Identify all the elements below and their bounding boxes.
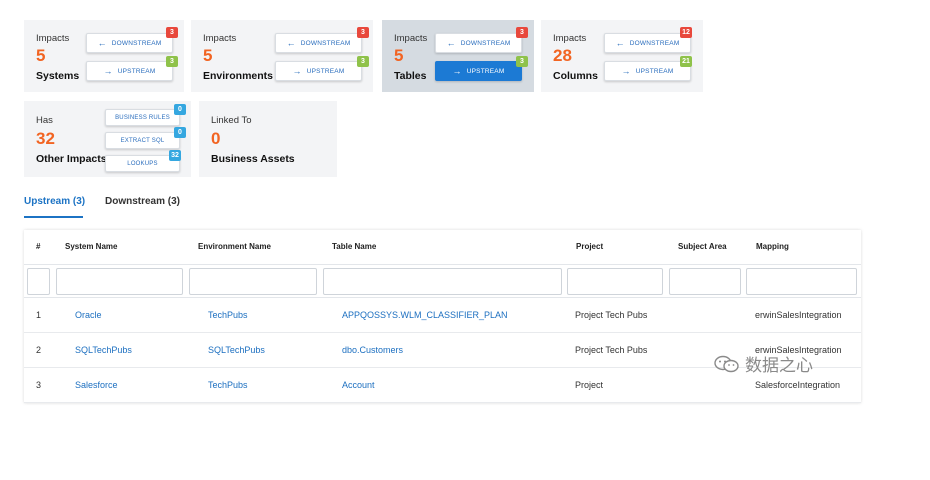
downstream-count-badge: 3 bbox=[357, 27, 369, 38]
extract-sql-button[interactable]: EXTRACT SQL bbox=[105, 132, 180, 149]
column-header-environment-name[interactable]: Environment Name bbox=[198, 242, 271, 251]
cell-table-link[interactable]: Account bbox=[342, 380, 375, 390]
lookups-count-badge: 32 bbox=[169, 150, 181, 161]
business-rules-button[interactable]: BUSINESS RULES bbox=[105, 109, 180, 126]
card-label: Systems bbox=[36, 70, 80, 82]
filter-input-environment-name[interactable] bbox=[189, 268, 317, 295]
filter-input-subject-area[interactable] bbox=[669, 268, 741, 295]
watermark: 数据之心 bbox=[713, 351, 813, 376]
column-header-mapping[interactable]: Mapping bbox=[756, 242, 789, 251]
column-header-subject-area[interactable]: Subject Area bbox=[678, 242, 727, 251]
business-rules-count-badge: 0 bbox=[174, 104, 186, 115]
downstream-button[interactable]: ← DOWNSTREAM bbox=[86, 33, 173, 53]
filter-input-table-name[interactable] bbox=[323, 268, 562, 295]
column-header-index[interactable]: # bbox=[36, 242, 40, 251]
filter-input-index[interactable] bbox=[27, 268, 50, 295]
cell-system-link[interactable]: Salesforce bbox=[75, 380, 118, 390]
card-caption: Has bbox=[36, 115, 53, 126]
column-header-system-name[interactable]: System Name bbox=[65, 242, 117, 251]
wechat-icon bbox=[713, 354, 741, 374]
card-count: 5 bbox=[394, 46, 404, 65]
cell-table-link[interactable]: dbo.Customers bbox=[342, 345, 403, 355]
filter-input-system-name[interactable] bbox=[56, 268, 183, 295]
arrow-left-icon: ← bbox=[286, 38, 296, 48]
cell-project: Project Tech Pubs bbox=[575, 345, 648, 355]
active-tab-indicator bbox=[24, 216, 83, 218]
upstream-button-active[interactable]: → UPSTREAM bbox=[435, 61, 522, 81]
downstream-count-badge: 12 bbox=[680, 27, 692, 38]
tables-impact-card: Impacts 5 Tables ← DOWNSTREAM 3 → UPSTREAM… bbox=[382, 20, 534, 92]
arrow-right-icon: → bbox=[452, 66, 462, 76]
cell-environment-link[interactable]: TechPubs bbox=[208, 380, 248, 390]
arrow-right-icon: → bbox=[621, 66, 631, 76]
arrow-left-icon: ← bbox=[446, 38, 456, 48]
other-impacts-card: Has 32 Other Impacts BUSINESS RULES 0 EX… bbox=[24, 101, 191, 177]
card-label: Environments bbox=[203, 70, 274, 82]
arrow-right-icon: → bbox=[103, 66, 113, 76]
card-count: 0 bbox=[211, 129, 221, 148]
cell-mapping: SalesforceIntegration bbox=[755, 380, 841, 390]
card-count: 5 bbox=[203, 46, 213, 65]
filter-input-project[interactable] bbox=[567, 268, 663, 295]
card-count: 32 bbox=[36, 129, 55, 148]
cell-system-link[interactable]: SQLTechPubs bbox=[75, 345, 132, 355]
cell-index: 2 bbox=[36, 345, 42, 355]
arrow-left-icon: ← bbox=[615, 38, 625, 48]
cell-table-link[interactable]: APPQOSSYS.WLM_CLASSIFIER_PLAN bbox=[342, 310, 508, 320]
cell-environment-link[interactable]: TechPubs bbox=[208, 310, 248, 320]
card-count: 5 bbox=[36, 46, 46, 65]
upstream-button[interactable]: → UPSTREAM bbox=[86, 61, 173, 81]
card-caption: Linked To bbox=[211, 115, 252, 126]
card-caption: Impacts bbox=[394, 33, 428, 44]
upstream-count-badge: 21 bbox=[680, 56, 692, 67]
column-header-table-name[interactable]: Table Name bbox=[332, 242, 376, 251]
watermark-text: 数据之心 bbox=[745, 356, 813, 376]
arrow-right-icon: → bbox=[292, 66, 302, 76]
cell-environment-link[interactable]: SQLTechPubs bbox=[208, 345, 265, 355]
card-label: Other Impacts bbox=[36, 153, 107, 165]
tab-upstream[interactable]: Upstream (3) bbox=[24, 196, 85, 207]
cell-project: Project bbox=[575, 380, 604, 390]
downstream-button[interactable]: ← DOWNSTREAM bbox=[275, 33, 362, 53]
cell-project: Project Tech Pubs bbox=[575, 310, 648, 320]
cell-mapping: erwinSalesIntegration bbox=[755, 310, 842, 320]
tab-downstream[interactable]: Downstream (3) bbox=[105, 196, 180, 207]
cell-system-link[interactable]: Oracle bbox=[75, 310, 102, 320]
linked-business-assets-card: Linked To 0 Business Assets bbox=[199, 101, 337, 177]
extract-sql-count-badge: 0 bbox=[174, 127, 186, 138]
upstream-button[interactable]: → UPSTREAM bbox=[275, 61, 362, 81]
filter-row bbox=[24, 264, 861, 298]
cell-index: 1 bbox=[36, 310, 42, 320]
upstream-button[interactable]: → UPSTREAM bbox=[604, 61, 691, 81]
card-caption: Impacts bbox=[203, 33, 237, 44]
upstream-count-badge: 3 bbox=[357, 56, 369, 67]
card-caption: Impacts bbox=[36, 33, 70, 44]
downstream-button[interactable]: ← DOWNSTREAM bbox=[435, 33, 522, 53]
cell-index: 3 bbox=[36, 380, 42, 390]
impact-table: # System Name Environment Name Table Nam… bbox=[24, 230, 861, 403]
upstream-count-badge: 3 bbox=[516, 56, 528, 67]
card-count: 28 bbox=[553, 46, 572, 65]
upstream-count-badge: 3 bbox=[166, 56, 178, 67]
systems-impact-card: Impacts 5 Systems ← DOWNSTREAM 3 → UPSTREA… bbox=[24, 20, 184, 92]
downstream-button[interactable]: ← DOWNSTREAM bbox=[604, 33, 691, 53]
filter-input-mapping[interactable] bbox=[746, 268, 857, 295]
column-header-project[interactable]: Project bbox=[576, 242, 603, 251]
downstream-count-badge: 3 bbox=[166, 27, 178, 38]
table-row[interactable]: 1 Oracle TechPubs APPQOSSYS.WLM_CLASSIFI… bbox=[24, 298, 861, 333]
card-label: Business Assets bbox=[211, 153, 295, 165]
card-label: Columns bbox=[553, 70, 598, 82]
downstream-count-badge: 3 bbox=[516, 27, 528, 38]
arrow-left-icon: ← bbox=[97, 38, 107, 48]
card-label: Tables bbox=[394, 70, 427, 82]
environments-impact-card: Impacts 5 Environments ← DOWNSTREAM 3 → UP… bbox=[191, 20, 373, 92]
card-caption: Impacts bbox=[553, 33, 587, 44]
columns-impact-card: Impacts 28 Columns ← DOWNSTREAM 12 → UPSTR… bbox=[541, 20, 703, 92]
